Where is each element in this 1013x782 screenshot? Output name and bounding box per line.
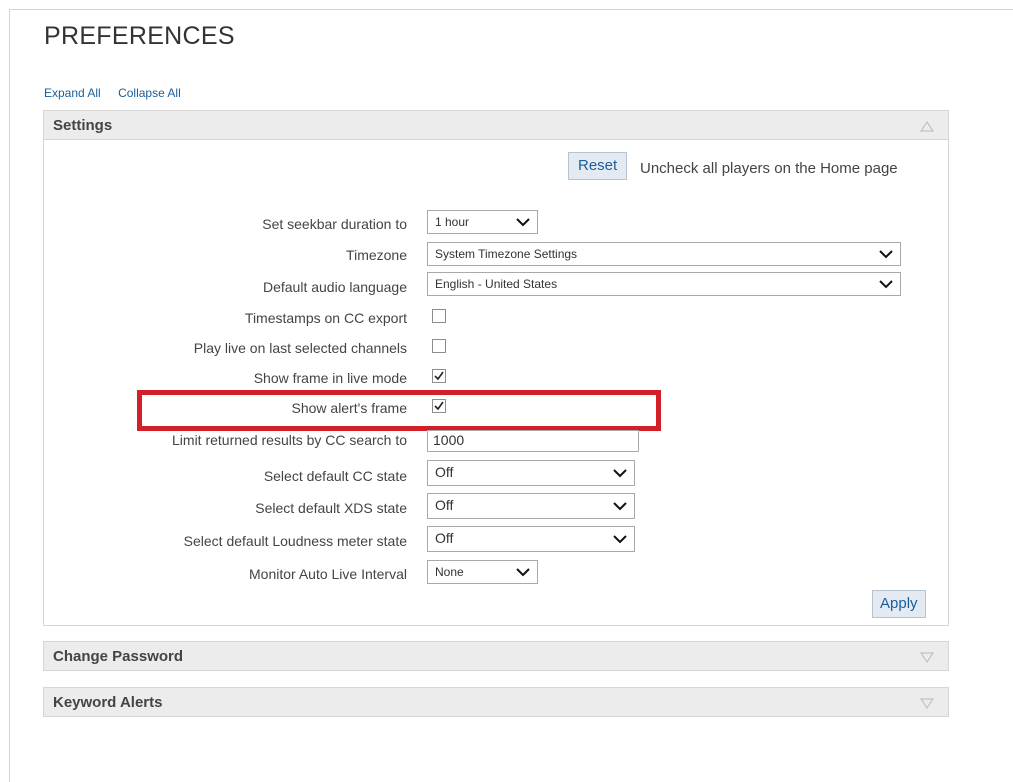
xds-state-label: Select default XDS state	[255, 500, 407, 516]
limit-results-input[interactable]: 1000	[427, 430, 639, 452]
change-password-panel-title: Change Password	[53, 648, 184, 665]
chevron-down-icon	[613, 502, 627, 511]
triangle-down-icon	[920, 698, 934, 709]
apply-button[interactable]: Apply	[872, 590, 926, 618]
auto-live-select[interactable]: None	[427, 560, 538, 584]
checkmark-icon	[434, 371, 444, 381]
timestamps-cc-label: Timestamps on CC export	[244, 310, 407, 326]
timezone-label: Timezone	[346, 247, 407, 263]
audio-language-label: Default audio language	[262, 279, 407, 295]
loudness-state-value: Off	[435, 530, 454, 546]
expand-all-link[interactable]: Expand All	[44, 86, 101, 100]
cc-state-select[interactable]: Off	[427, 460, 635, 486]
timezone-select[interactable]: System Timezone Settings	[427, 242, 901, 266]
play-live-label: Play live on last selected channels	[193, 340, 407, 356]
limit-results-label: Limit returned results by CC search to	[172, 432, 407, 448]
keyword-alerts-panel-header[interactable]: Keyword Alerts	[43, 687, 949, 717]
change-password-panel-header[interactable]: Change Password	[43, 641, 949, 671]
keyword-alerts-panel-title: Keyword Alerts	[53, 694, 163, 711]
page-title: PREFERENCES	[44, 22, 235, 50]
audio-language-select[interactable]: English - United States	[427, 272, 901, 296]
chevron-down-icon	[613, 469, 627, 478]
cc-state-value: Off	[435, 464, 454, 480]
seekbar-select[interactable]: 1 hour	[427, 210, 538, 234]
chevron-down-icon	[613, 535, 627, 544]
triangle-up-icon	[920, 121, 934, 132]
loudness-state-label: Select default Loudness meter state	[183, 533, 407, 549]
xds-state-value: Off	[435, 497, 454, 513]
show-frame-live-label: Show frame in live mode	[253, 370, 407, 386]
seekbar-value: 1 hour	[435, 215, 470, 229]
chevron-down-icon	[516, 218, 530, 227]
settings-panel-header[interactable]: Settings	[43, 110, 949, 140]
timestamps-cc-checkbox[interactable]	[432, 309, 446, 323]
timezone-value: System Timezone Settings	[435, 247, 578, 261]
highlight-box	[137, 390, 661, 431]
show-frame-live-checkbox[interactable]	[432, 369, 446, 383]
seekbar-label: Set seekbar duration to	[262, 216, 407, 232]
auto-live-value: None	[435, 565, 464, 579]
reset-description: Uncheck all players on the Home page	[640, 160, 898, 177]
play-live-checkbox[interactable]	[432, 339, 446, 353]
chevron-down-icon	[516, 568, 530, 577]
settings-panel-title: Settings	[53, 117, 113, 134]
auto-live-label: Monitor Auto Live Interval	[249, 566, 407, 582]
xds-state-select[interactable]: Off	[427, 493, 635, 519]
reset-button[interactable]: Reset	[568, 152, 628, 180]
expand-collapse-links: Expand All Collapse All	[44, 86, 195, 100]
loudness-state-select[interactable]: Off	[427, 526, 635, 552]
triangle-down-icon	[920, 652, 934, 663]
cc-state-label: Select default CC state	[263, 468, 407, 484]
collapse-all-link[interactable]: Collapse All	[118, 86, 181, 100]
audio-language-value: English - United States	[435, 277, 558, 291]
chevron-down-icon	[879, 250, 893, 259]
chevron-down-icon	[879, 280, 893, 289]
